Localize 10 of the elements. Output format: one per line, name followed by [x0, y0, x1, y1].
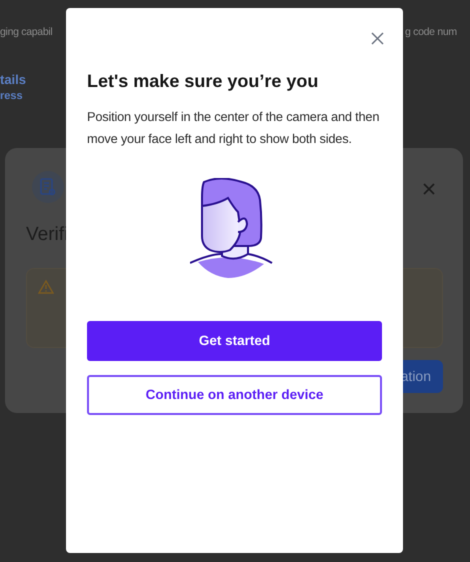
document-icon: [32, 171, 64, 203]
section-subtitle: ress: [0, 89, 23, 104]
warning-icon: [38, 280, 54, 294]
page-text: ging capabil: [0, 25, 52, 40]
dialog-title: Let's make sure you’re you: [87, 70, 320, 93]
dialog-description: Position yourself in the center of the camera and then move your face left and right to show both sides.: [87, 108, 380, 148]
page-text: g code num: [405, 25, 457, 40]
close-icon[interactable]: [370, 32, 384, 44]
get-started-button[interactable]: Get started: [87, 321, 382, 361]
continue-button[interactable]: Continue on another device: [87, 375, 382, 415]
